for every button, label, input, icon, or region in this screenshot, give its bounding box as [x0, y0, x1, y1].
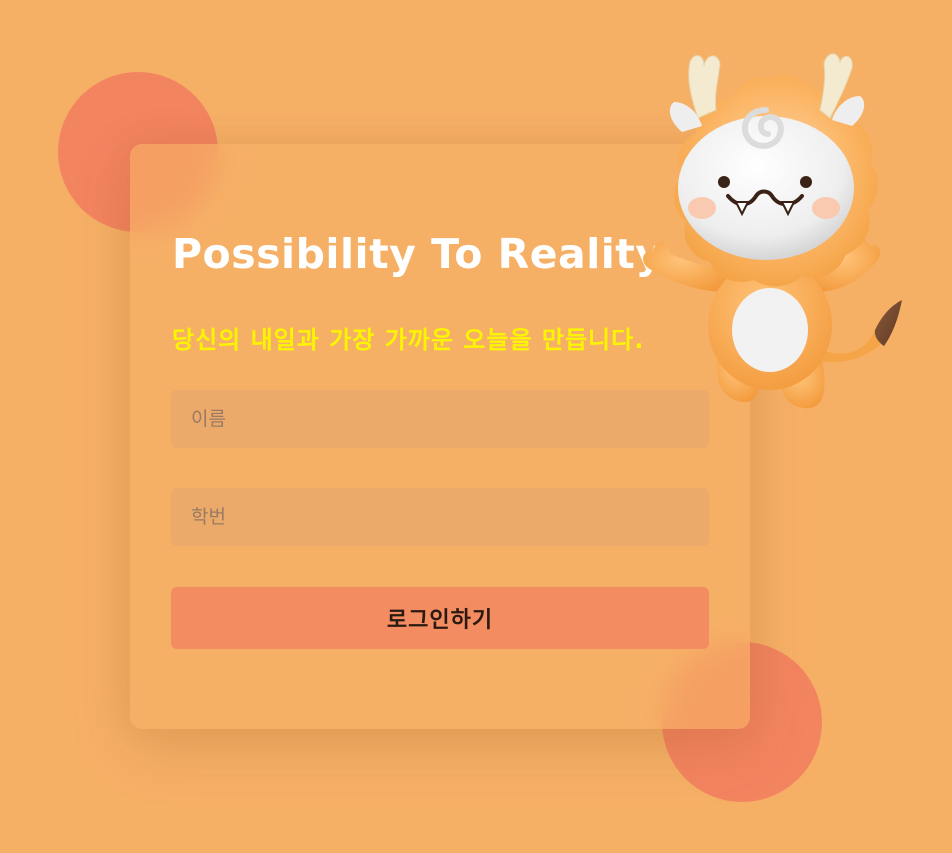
- page-title: Possibility To Reality: [172, 230, 663, 278]
- student-id-input[interactable]: [171, 488, 709, 546]
- page-subtitle: 당신의 내일과 가장 가까운 오늘을 만듭니다.: [172, 326, 645, 354]
- login-page: Possibility To Reality 당신의 내일과 가장 가까운 오늘…: [0, 0, 952, 853]
- login-button[interactable]: 로그인하기: [171, 587, 709, 649]
- dragon-mascot-icon: [643, 53, 902, 409]
- name-input[interactable]: [171, 390, 709, 448]
